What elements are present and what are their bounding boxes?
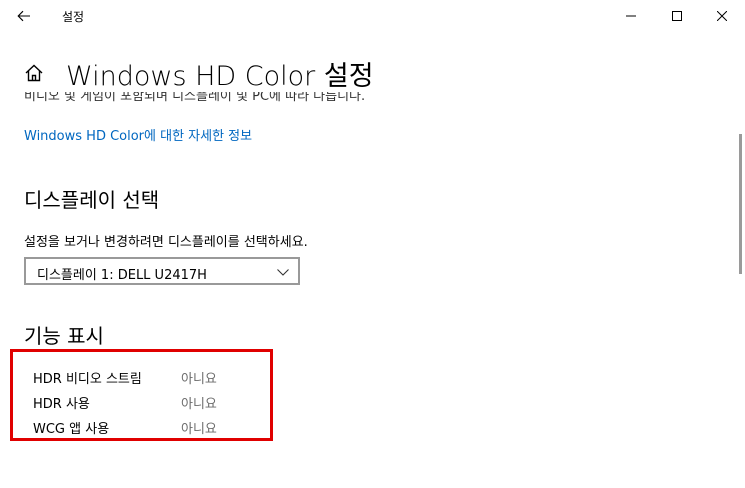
capability-label: HDR 사용 [33, 397, 90, 412]
close-icon [717, 11, 727, 21]
capability-label: HDR 비디오 스트림 [33, 372, 142, 387]
capability-value: 아니요 [181, 397, 217, 412]
page-title: Windows HD Color 설정 [66, 61, 374, 92]
maximize-icon [672, 11, 682, 21]
capability-value: 아니요 [181, 372, 217, 387]
chevron-down-icon [277, 269, 289, 276]
home-button[interactable] [22, 61, 46, 85]
display-dropdown-value: 디스플레이 1: DELL U2417H [37, 268, 207, 283]
capability-label: WCG 앱 사용 [33, 422, 110, 437]
capability-row: WCG 앱 사용 아니요 [33, 418, 253, 438]
back-button[interactable] [8, 3, 40, 29]
capabilities-heading: 기능 표시 [24, 324, 104, 348]
back-arrow-icon [17, 10, 30, 22]
display-dropdown[interactable]: 디스플레이 1: DELL U2417H [24, 257, 300, 285]
minimize-icon [626, 15, 636, 17]
home-icon [25, 64, 43, 82]
title-bar: 설정 [0, 0, 745, 32]
app-title: 설정 [62, 10, 85, 24]
display-select-heading: 디스플레이 선택 [24, 188, 160, 212]
description-clip: 비디오 및 게임이 포함되며 디스플레이 및 PC에 따라 다릅니다. [0, 92, 745, 106]
capability-row: HDR 비디오 스트림 아니요 [33, 368, 253, 388]
maximize-button[interactable] [654, 0, 700, 32]
capability-value: 아니요 [181, 422, 217, 437]
capability-row: HDR 사용 아니요 [33, 393, 253, 413]
close-button[interactable] [699, 0, 745, 32]
scrollbar-thumb[interactable] [739, 134, 742, 274]
display-select-instruction: 설정을 보거나 변경하려면 디스플레이를 선택하세요. [24, 235, 308, 250]
description-text: 비디오 및 게임이 포함되며 디스플레이 및 PC에 따라 다릅니다. [24, 92, 366, 104]
minimize-button[interactable] [608, 0, 654, 32]
hd-color-info-link[interactable]: Windows HD Color에 대한 자세한 정보 [24, 125, 252, 144]
